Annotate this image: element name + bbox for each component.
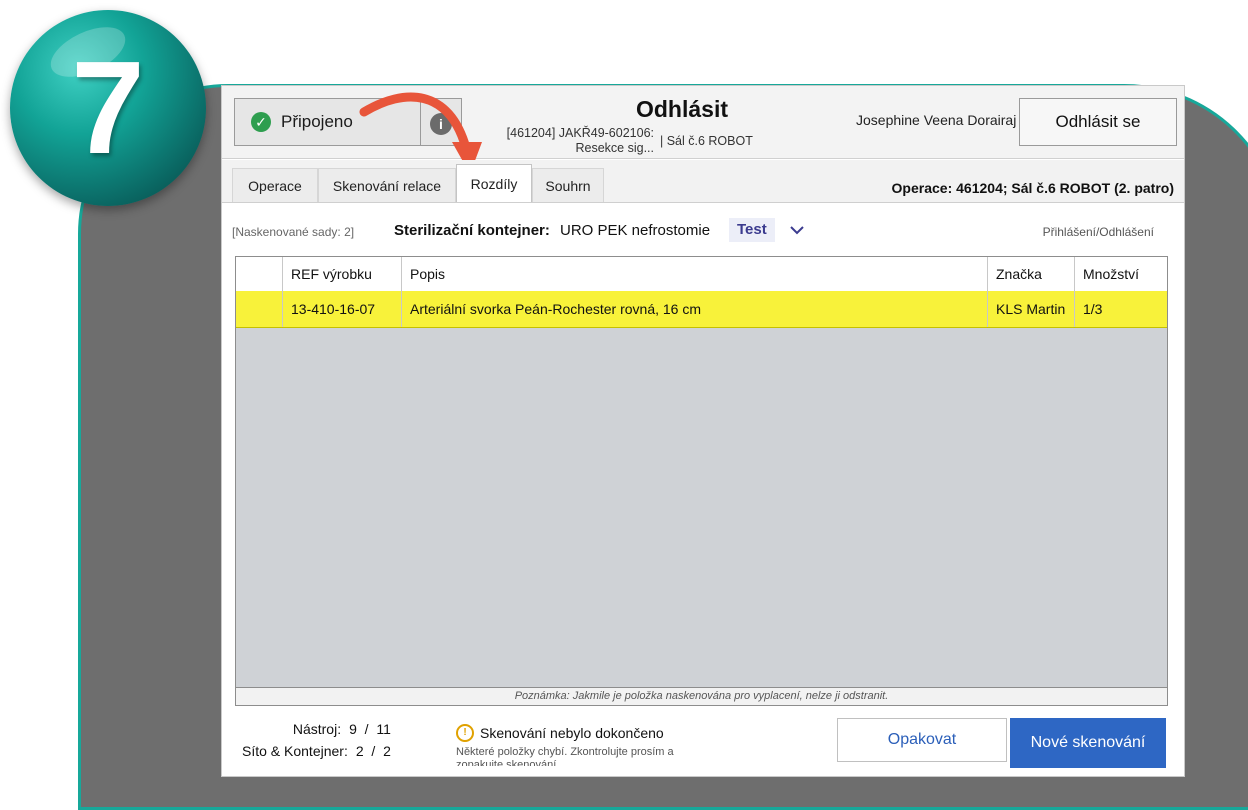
retry-button[interactable]: Opakovat bbox=[837, 718, 1007, 762]
set-count-label: Síto & Kontejner: bbox=[242, 743, 348, 759]
tab-skenovani-relace[interactable]: Skenování relace bbox=[318, 168, 456, 202]
step-badge: 7 bbox=[10, 10, 206, 206]
warning-title: Skenování nebylo dokončeno bbox=[480, 725, 664, 741]
test-badge[interactable]: Test bbox=[729, 218, 775, 242]
warning-icon: ! bbox=[456, 724, 474, 742]
cell-ref: 13-410-16-07 bbox=[282, 291, 401, 327]
column-header-brand[interactable]: Značka bbox=[987, 257, 1074, 291]
table-row[interactable]: 13-410-16-07 Arteriální svorka Peán-Roch… bbox=[236, 291, 1167, 328]
new-scan-button[interactable]: Nové skenování bbox=[1010, 718, 1166, 768]
step-number: 7 bbox=[71, 34, 145, 181]
cell-quantity: 1/3 bbox=[1074, 291, 1167, 327]
scan-warning: ! Skenování nebylo dokončeno Některé pol… bbox=[456, 724, 716, 766]
container-label: Sterilizační kontejner: bbox=[394, 222, 550, 239]
column-header-quantity[interactable]: Množství bbox=[1074, 257, 1167, 291]
operation-label: Operace: 461204; Sál č.6 ROBOT (2. patro… bbox=[891, 180, 1174, 196]
case-procedure: Resekce sig... bbox=[575, 141, 654, 155]
column-header-blank bbox=[236, 257, 282, 291]
logout-button[interactable]: Odhlásit se bbox=[1019, 98, 1177, 146]
check-icon: ✓ bbox=[251, 112, 271, 132]
footer-bar: Nástroj: 9 / 11 Síto & Kontejner: 2 / 2 … bbox=[222, 708, 1184, 776]
scanned-sets-count: [Naskenované sady: 2] bbox=[232, 225, 355, 239]
tool-count-value: 9 / 11 bbox=[349, 721, 391, 737]
scan-counts: Nástroj: 9 / 11 Síto & Kontejner: 2 / 2 bbox=[242, 718, 391, 762]
top-bar: ✓ Připojeno i Odhlásit [461204] JAKŘ49-6… bbox=[222, 86, 1184, 174]
row-marker bbox=[236, 291, 282, 327]
case-info: [461204] JAKŘ49-602106: Resekce sig... bbox=[486, 126, 654, 156]
cell-description: Arteriální svorka Peán-Rochester rovná, … bbox=[401, 291, 987, 327]
tab-rozdily[interactable]: Rozdíly bbox=[456, 164, 532, 202]
tool-count-label: Nástroj: bbox=[292, 721, 342, 737]
login-logout-link[interactable]: Přihlášení/Odhlášení bbox=[1043, 225, 1154, 239]
tab-operace[interactable]: Operace bbox=[232, 168, 318, 202]
app-window: ✓ Připojeno i Odhlásit [461204] JAKŘ49-6… bbox=[222, 86, 1184, 776]
column-header-description[interactable]: Popis bbox=[401, 257, 987, 291]
container-name: URO PEK nefrostomie bbox=[560, 222, 711, 239]
set-count-value: 2 / 2 bbox=[355, 743, 391, 759]
page-title: Odhlásit bbox=[635, 96, 728, 122]
column-header-ref[interactable]: REF výrobku bbox=[282, 257, 401, 291]
connection-label: Připojeno bbox=[281, 112, 353, 131]
table-note: Poznámka: Jakmile je položka naskenována… bbox=[235, 688, 1168, 706]
case-id: [461204] JAKŘ49-602106: bbox=[506, 126, 654, 140]
user-name: Josephine Veena Dorairaj bbox=[856, 112, 1017, 128]
cell-brand: KLS Martin bbox=[987, 291, 1074, 327]
room-info: | Sál č.6 ROBOT bbox=[660, 134, 753, 148]
table-header: REF výrobku Popis Značka Množství bbox=[236, 257, 1167, 292]
chevron-down-icon[interactable] bbox=[788, 221, 806, 239]
tab-bar: Operace Skenování relace Rozdíly Souhrn … bbox=[222, 160, 1184, 203]
differences-table: REF výrobku Popis Značka Množství 13-410… bbox=[235, 256, 1168, 688]
warning-text: Některé položky chybí. Zkontrolujte pros… bbox=[456, 746, 674, 766]
tab-souhrn[interactable]: Souhrn bbox=[532, 168, 604, 202]
container-header: [Naskenované sady: 2] Sterilizační konte… bbox=[222, 204, 1184, 256]
